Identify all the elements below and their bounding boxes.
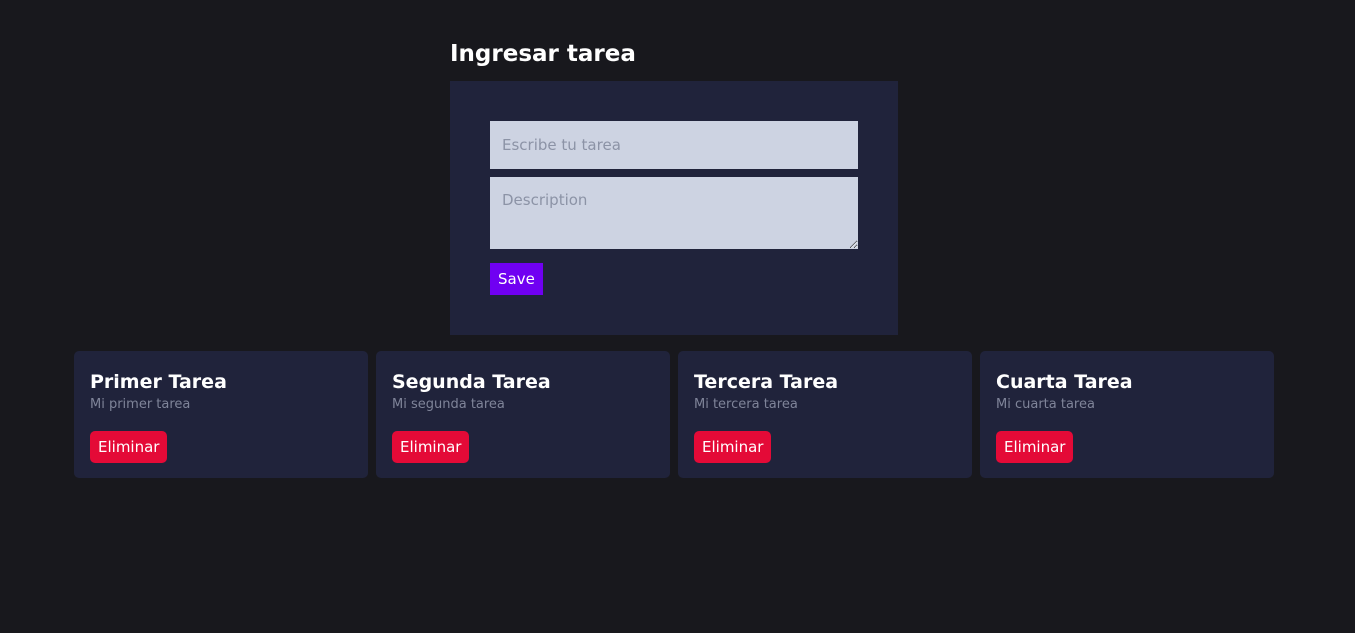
task-card-4: Cuarta Tarea Mi cuarta tarea Eliminar xyxy=(980,351,1274,478)
task-title: Cuarta Tarea xyxy=(996,371,1133,393)
task-description: Mi primer tarea xyxy=(90,397,191,412)
delete-task-button[interactable]: Eliminar xyxy=(694,431,772,463)
task-description: Mi tercera tarea xyxy=(694,397,798,412)
delete-task-button[interactable]: Eliminar xyxy=(996,431,1074,463)
task-description: Mi cuarta tarea xyxy=(996,397,1095,412)
task-description: Mi segunda tarea xyxy=(392,397,505,412)
delete-task-button[interactable]: Eliminar xyxy=(90,431,168,463)
task-card-1: Primer Tarea Mi primer tarea Eliminar xyxy=(74,351,368,478)
task-list: Primer Tarea Mi primer tarea Eliminar Se… xyxy=(74,351,1274,478)
delete-task-button[interactable]: Eliminar xyxy=(392,431,470,463)
task-form: Save xyxy=(450,81,898,335)
form-title: Ingresar tarea xyxy=(450,41,636,67)
task-title: Primer Tarea xyxy=(90,371,227,393)
task-description-textarea[interactable] xyxy=(490,177,858,249)
task-title: Tercera Tarea xyxy=(694,371,839,393)
task-title: Segunda Tarea xyxy=(392,371,551,393)
task-card-3: Tercera Tarea Mi tercera tarea Eliminar xyxy=(678,351,972,478)
task-form-section: Ingresar tarea Save xyxy=(450,36,898,335)
task-card-2: Segunda Tarea Mi segunda tarea Eliminar xyxy=(376,351,670,478)
task-title-input[interactable] xyxy=(490,121,858,169)
save-button[interactable]: Save xyxy=(490,263,543,295)
